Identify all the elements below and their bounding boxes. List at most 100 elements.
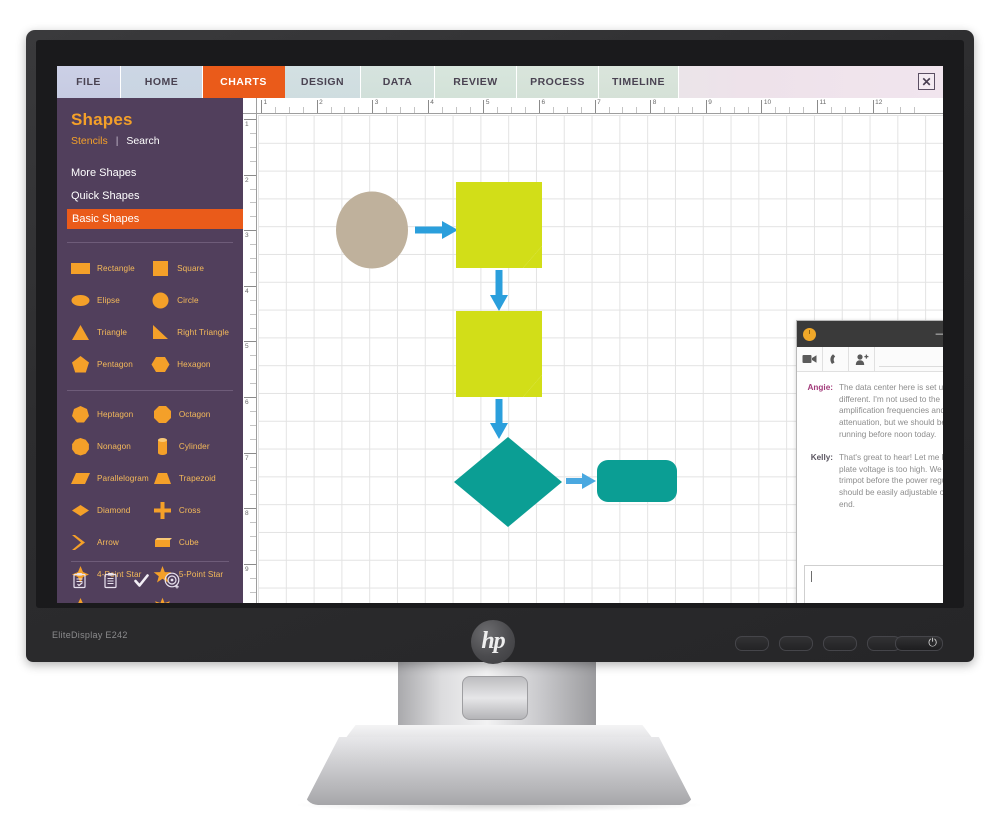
shape-item-7-point-star[interactable]: 7-Point Star	[153, 597, 229, 603]
shape-item-cylinder[interactable]: Cylinder	[153, 437, 229, 456]
ruler-v-minor	[250, 438, 256, 440]
tab-data[interactable]: DATA	[361, 66, 435, 98]
tab-home[interactable]: HOME	[121, 66, 203, 98]
cylinder-icon	[153, 437, 172, 456]
hexagon-icon	[151, 355, 170, 374]
ruler-v-minor	[250, 424, 256, 426]
ruler-v-label: 1	[245, 121, 249, 128]
monitor-model-label: EliteDisplay E242	[52, 630, 128, 640]
connector-1	[415, 221, 458, 239]
shape-label: Cylinder	[178, 442, 210, 451]
ruler-v-minor	[250, 146, 256, 148]
stencils-link[interactable]: Stencils	[71, 135, 108, 147]
tab-timeline[interactable]: TIMELINE	[599, 66, 679, 98]
shape-item-hexagon[interactable]: Hexagon	[151, 355, 229, 374]
window-close-button[interactable]: ✕	[918, 73, 935, 90]
ruler-v-minor	[250, 202, 256, 204]
nonagon-icon	[71, 437, 90, 456]
shape-label: Nonagon	[97, 442, 131, 451]
chat-message-input[interactable]: ☺	[804, 565, 943, 603]
osd-button-3[interactable]	[823, 636, 857, 651]
shape-item-parallelogram[interactable]: Parallelogram	[71, 469, 149, 488]
shape-item-diamond[interactable]: Diamond	[71, 501, 149, 520]
ruler-h-minor	[664, 107, 666, 113]
shape-label: Cube	[178, 538, 199, 547]
ruler-v-tick	[244, 452, 256, 454]
chat-message: Kelly: That's great to hear! Let me know…	[803, 452, 943, 510]
shape-item-triangle[interactable]: Triangle	[71, 323, 147, 342]
vertical-ruler: 1 2 3 4 5 6 7 8 9	[243, 114, 257, 603]
ruler-v-minor	[250, 480, 256, 482]
tab-charts[interactable]: CHARTS	[203, 66, 285, 98]
osd-button-2[interactable]	[779, 636, 813, 651]
sidebar-item-quick-shapes[interactable]: Quick Shapes	[67, 186, 237, 206]
chat-titlebar[interactable]: — ↗ ✕	[797, 321, 943, 347]
tab-file[interactable]: FILE	[57, 66, 121, 98]
chat-window[interactable]: — ↗ ✕	[796, 320, 943, 603]
ruler-h-minor	[566, 107, 568, 113]
target-add-icon[interactable]	[164, 572, 181, 589]
shape-item-circle[interactable]: Circle	[151, 291, 229, 310]
tab-design[interactable]: DESIGN	[285, 66, 361, 98]
shape-item-octagon[interactable]: Octagon	[153, 405, 229, 424]
ruler-v-minor	[250, 160, 256, 162]
osd-button-group[interactable]	[735, 636, 901, 651]
ruler-corner	[243, 98, 257, 114]
diagram-app: FILE HOME CHARTS DESIGN DATA REVIEW PROC…	[57, 66, 943, 603]
links-separator: |	[115, 135, 119, 147]
ruler-h-minor	[497, 107, 499, 113]
shape-item-heptagon[interactable]: Heptagon	[71, 405, 149, 424]
ruler-h-minor	[719, 107, 721, 113]
ruler-v-minor	[250, 522, 256, 524]
shape-item-rectangle[interactable]: Rectangle	[71, 259, 147, 278]
shape-item-cube[interactable]: Cube	[153, 533, 229, 552]
power-button[interactable]: ⏻	[895, 636, 943, 651]
video-camera-icon[interactable]	[797, 347, 823, 371]
search-link[interactable]: Search	[126, 135, 159, 147]
ruler-h-label: 7	[597, 99, 601, 106]
clipboard-check-icon[interactable]	[71, 572, 88, 589]
shape-item-arrow[interactable]: Arrow	[71, 533, 149, 552]
shape-item-elipse[interactable]: Elipse	[71, 291, 147, 310]
shape-label: Hexagon	[177, 360, 211, 369]
ruler-v-minor	[250, 327, 256, 329]
shape-label: Circle	[177, 296, 199, 305]
ruler-v-label: 5	[245, 343, 249, 351]
ruler-h-minor	[914, 107, 916, 113]
monitor-assembly: EliteDisplay E242 hp ⏻ FILE HOME CHARTS …	[0, 0, 1000, 836]
ruler-h-minor	[386, 107, 388, 113]
osd-button-1[interactable]	[735, 636, 769, 651]
chat-status-avatar	[803, 327, 816, 341]
shape-item-cross[interactable]: Cross	[153, 501, 229, 520]
shape-item-trapezoid[interactable]: Trapezoid	[153, 469, 229, 488]
tab-review[interactable]: REVIEW	[435, 66, 517, 98]
shape-item-pentagon[interactable]: Pentagon	[71, 355, 147, 374]
shape-label: 6-Point Star	[97, 602, 141, 603]
shape-item-square[interactable]: Square	[151, 259, 229, 278]
ruler-h-minor	[844, 107, 846, 113]
chat-minimize-button[interactable]: —	[932, 327, 943, 342]
checkmark-icon[interactable]	[133, 572, 150, 589]
clipboard-list-icon[interactable]	[102, 572, 119, 589]
ruler-v-tick	[244, 285, 256, 287]
ruler-v-label: 8	[245, 510, 249, 518]
add-person-icon[interactable]	[849, 347, 875, 371]
message-text: The data center here is set up a little …	[839, 383, 943, 439]
tab-process[interactable]: PROCESS	[517, 66, 599, 98]
chat-toolbar-field[interactable]: ▽	[875, 347, 943, 371]
ruler-v-minor	[250, 466, 256, 468]
shape-item-6-point-star[interactable]: 6-Point Star	[71, 597, 149, 603]
shape-item-right-triangle[interactable]: Right Triangle	[151, 323, 229, 342]
ruler-h-label: 10	[763, 99, 772, 106]
canvas-area[interactable]: 1 2 3 4 5 6 7 8 9 10 11 12 123456789 Ang…	[243, 98, 943, 603]
shape-item-nonagon[interactable]: Nonagon	[71, 437, 149, 456]
ruler-h-minor	[789, 107, 791, 113]
sidebar-item-more-shapes[interactable]: More Shapes	[67, 163, 237, 183]
ruler-h-minor	[886, 107, 888, 113]
sidebar-item-basic-shapes[interactable]: Basic Shapes	[67, 209, 243, 229]
phone-call-icon[interactable]	[823, 347, 849, 371]
diamond-icon	[71, 501, 90, 520]
ruler-h-minor	[525, 107, 527, 113]
ruler-h-minor	[441, 107, 443, 113]
ruler-h-minor	[274, 107, 276, 113]
